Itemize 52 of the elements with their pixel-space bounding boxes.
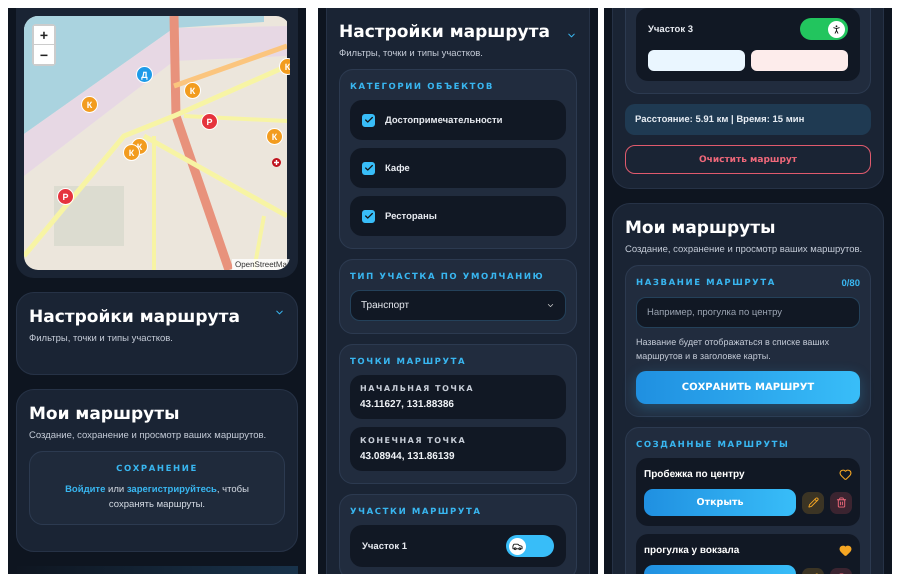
login-link[interactable]: Войдите (65, 484, 106, 495)
point-coordinates: 43.11627, 131.88386 (360, 399, 455, 410)
route-summary: Расстояние: 5.91 км | Время: 15 мин (625, 104, 871, 135)
card-title: Настройки маршрута (339, 22, 550, 42)
section-heading: КАТЕГОРИИ ОБЪЕКТОВ (350, 82, 495, 92)
chevron-down-icon (546, 301, 555, 310)
clear-route-button[interactable]: Очистить маршрут (625, 145, 871, 174)
notice-heading: СОХРАНЕНИЕ (116, 464, 198, 474)
segment-mode-toggle[interactable] (800, 18, 848, 40)
heart-icon[interactable] (839, 468, 852, 481)
category-label: Кафе (385, 162, 410, 174)
segment-type-select[interactable]: Транспорт (350, 290, 566, 321)
open-route-button[interactable]: Открыть (644, 489, 796, 516)
card-subtitle: Фильтры, точки и типы участков. (29, 333, 174, 344)
category-checkbox[interactable] (362, 162, 375, 174)
segment-mode-toggle[interactable] (506, 535, 554, 557)
pencil-icon (808, 497, 818, 508)
route-name-field[interactable]: Например, прогулка по центру (636, 297, 860, 328)
card-subtitle: Создание, сохранение и просмотр ваших маршрутов. (29, 430, 268, 441)
character-counter: 0/80 (842, 278, 860, 289)
section-heading: ТОЧКИ МАРШРУТА (350, 357, 468, 367)
edit-button[interactable] (802, 492, 824, 514)
card-title: Мои маршруты (29, 404, 180, 424)
first-aid-icon (272, 158, 281, 167)
category-label: Рестораны (385, 210, 437, 222)
section-heading: СОЗДАННЫЕ МАРШРУТЫ (636, 440, 790, 450)
point-label: КОНЕЧНАЯ ТОЧКА (360, 436, 468, 445)
segment-label: Участок 1 (362, 540, 407, 552)
card-title: Мои маршруты (625, 218, 776, 238)
section-heading: УЧАСТКИ МАРШРУТА (350, 507, 483, 517)
route-name: прогулка у вокзала (644, 545, 740, 556)
delete-button[interactable] (830, 492, 852, 514)
heart-icon[interactable] (839, 544, 852, 557)
login-prompt: Войдите или зарегистрируйтесь, чтобы сохранять маршруты. (64, 483, 250, 512)
category-checkbox[interactable] (362, 210, 375, 222)
section-heading: ТИП УЧАСТКА ПО УМОЛЧАНИЮ (350, 272, 546, 282)
card-title: Настройки маршрута (29, 307, 240, 327)
map-attribution: OpenStreetMa (232, 259, 290, 270)
segment-label: Участок 3 (648, 24, 693, 34)
category-label: Достопримечательности (385, 114, 502, 126)
save-route-button[interactable]: СОХРАНИТЬ МАРШРУТ (636, 371, 860, 404)
zoom-in-button[interactable]: + (34, 26, 54, 45)
point-label: НАЧАЛЬНАЯ ТОЧКА (360, 384, 476, 393)
section-heading: НАЗВАНИЕ МАРШРУТА (636, 278, 776, 288)
field-hint: Название будет отображаться в списке ваших маршрутов и в заголовке карты. (636, 336, 830, 363)
card-subtitle: Фильтры, точки и типы участков. (339, 48, 484, 59)
card-subtitle: Создание, сохранение и просмотр ваших маршрутов. (625, 244, 864, 255)
category-checkbox[interactable] (362, 114, 375, 126)
point-coordinates: 43.08944, 131.86139 (360, 451, 456, 462)
register-link[interactable]: зарегистрируйтесь (126, 484, 217, 495)
route-name: Пробежка по центру (644, 469, 745, 480)
trash-icon (836, 497, 846, 508)
